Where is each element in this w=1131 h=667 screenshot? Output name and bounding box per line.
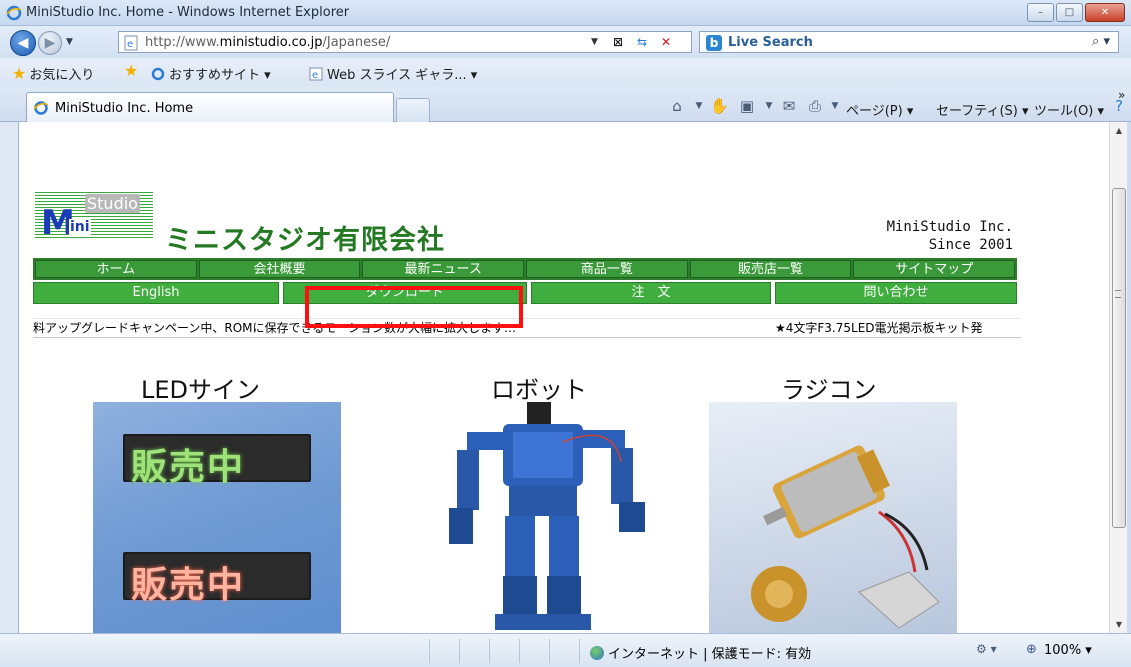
page-content: Studio M ini ミニスタジオ有限会社 MiniStudio Inc. …: [18, 122, 1109, 633]
address-input[interactable]: e http://www.ministudio.co.jp/Japanese/ …: [118, 31, 692, 53]
web-slice-gallery-button[interactable]: e Web スライス ギャラ... ▾: [308, 64, 477, 83]
url-text: http://www.ministudio.co.jp/Japanese/: [145, 35, 391, 50]
page-menu[interactable]: ページ(P) ▾: [846, 100, 913, 119]
recent-pages-dropdown[interactable]: ▼: [66, 37, 73, 47]
feeds-dropdown-icon[interactable]: ▼: [760, 97, 778, 115]
web-slice-icon: e: [309, 67, 323, 81]
home-icon[interactable]: ⌂: [668, 97, 686, 115]
compatibility-view-icon[interactable]: ⊠: [609, 34, 627, 50]
nav-company-profile[interactable]: 会社概要: [198, 260, 361, 278]
star-icon: ★: [12, 63, 27, 83]
nav-latest-news[interactable]: 最新ニュース: [362, 260, 525, 278]
scroll-up-arrow[interactable]: ▲: [1110, 122, 1128, 139]
svg-text:e: e: [127, 39, 133, 50]
right-frame: [1127, 122, 1131, 633]
title-bar: MiniStudio Inc. Home - Windows Internet …: [0, 0, 1131, 26]
favorites-button[interactable]: ★ お気に入り: [12, 64, 94, 83]
scroll-grip: [1115, 290, 1121, 298]
news-ticker[interactable]: 料アップグレードキャンペーン中、ROMに保存できるモーション数が大幅に拡大します…: [33, 318, 1021, 338]
logo-studio-text: Studio: [85, 194, 140, 213]
led-panel-green: 販売中: [123, 434, 311, 488]
research-hand-icon[interactable]: ✋: [710, 97, 729, 115]
stop-icon[interactable]: ✕: [657, 34, 675, 50]
nav-english[interactable]: English: [33, 282, 279, 304]
zoom-icon: ⊕: [1026, 642, 1037, 657]
search-icon[interactable]: ⌕ ▾: [1092, 34, 1110, 49]
window-title: MiniStudio Inc. Home - Windows Internet …: [26, 5, 350, 20]
tools-menu[interactable]: ツール(O) ▾: [1034, 100, 1104, 119]
ticker-text-right: ★4文字F3.75LED電光掲示板キット発: [775, 321, 983, 335]
scroll-down-arrow[interactable]: ▼: [1110, 616, 1128, 633]
svg-text:e: e: [312, 70, 318, 81]
robot-illustration: [449, 402, 645, 630]
zone-text: インターネット | 保護モード: 有効: [608, 647, 812, 662]
category-title-rc[interactable]: ラジコン: [781, 370, 877, 405]
vertical-scrollbar[interactable]: ▲ ▼: [1109, 122, 1127, 633]
ministudio-logo[interactable]: Studio M ini: [35, 190, 153, 240]
mail-icon[interactable]: ✉: [780, 97, 798, 115]
zoom-level[interactable]: 100% ▾: [1044, 643, 1092, 658]
company-name-en: MiniStudio Inc. Since 2001: [886, 219, 1013, 253]
new-tab-button[interactable]: [396, 98, 430, 122]
company-name-jp: ミニスタジオ有限会社: [165, 225, 445, 256]
left-frame: [0, 122, 18, 633]
window-controls: – □ ✕: [1027, 3, 1125, 22]
live-search-icon: b: [706, 35, 722, 51]
ie-small-icon: [151, 67, 165, 80]
led-panel-red: 販売中: [123, 552, 311, 606]
scroll-thumb[interactable]: [1112, 188, 1126, 528]
add-favorite-icon[interactable]: ★: [124, 63, 138, 79]
main-nav: ホーム 会社概要 最新ニュース 商品一覧 販売店一覧 サイトマップ: [33, 258, 1017, 280]
home-dropdown-icon[interactable]: ▼: [690, 97, 708, 115]
globe-icon: [590, 645, 604, 660]
motor-illustration: [751, 445, 940, 629]
overflow-chevron[interactable]: »: [1118, 88, 1125, 102]
robot-image[interactable]: [443, 402, 691, 633]
zone-settings-icon[interactable]: ⚙ ▾: [976, 642, 997, 656]
nav-contact[interactable]: 問い合わせ: [775, 282, 1017, 304]
forward-button[interactable]: ▶: [38, 31, 62, 55]
led-sign-image[interactable]: 販売中 販売中: [93, 402, 341, 633]
safety-menu[interactable]: セーフティ(S) ▾: [936, 100, 1029, 119]
close-button[interactable]: ✕: [1085, 3, 1125, 22]
nav-dealers[interactable]: 販売店一覧: [689, 260, 852, 278]
print-dropdown-icon[interactable]: ▼: [826, 97, 844, 115]
logo-ini-text: ini: [69, 219, 91, 235]
page-icon: e: [124, 35, 138, 51]
feeds-icon[interactable]: ▣: [738, 97, 756, 115]
category-title-led[interactable]: LEDサイン: [141, 370, 260, 405]
tab-ministudio-home[interactable]: MiniStudio Inc. Home: [26, 92, 394, 122]
search-provider-label: Live Search: [728, 35, 813, 50]
maximize-button[interactable]: □: [1056, 3, 1083, 22]
address-dropdown-icon[interactable]: ▼: [591, 37, 598, 47]
nav-home[interactable]: ホーム: [35, 260, 197, 278]
download-highlight-box: [305, 286, 523, 328]
security-zone-status[interactable]: インターネット | 保護モード: 有効: [590, 643, 811, 662]
search-input[interactable]: b Live Search ⌕ ▾: [699, 31, 1119, 53]
address-bar-row: ◀ ▶ ▼ e http://www.ministudio.co.jp/Japa…: [0, 26, 1131, 58]
nav-products[interactable]: 商品一覧: [526, 260, 688, 278]
web-slice-label: Web スライス ギャラ... ▾: [327, 68, 478, 83]
secondary-nav: English ダウンロード 注 文 問い合わせ: [33, 282, 1017, 304]
rc-motor-image[interactable]: [709, 402, 957, 633]
ie-tab-icon: [33, 101, 49, 115]
status-bar: インターネット | 保護モード: 有効 ⚙ ▾ ⊕ 100% ▾: [0, 633, 1131, 667]
minimize-button[interactable]: –: [1027, 3, 1054, 22]
refresh-icon[interactable]: ⇆: [633, 34, 651, 50]
nav-sitemap[interactable]: サイトマップ: [853, 260, 1016, 278]
print-icon[interactable]: ⎙: [806, 97, 824, 115]
tab-label: MiniStudio Inc. Home: [55, 101, 194, 116]
back-button[interactable]: ◀: [10, 30, 36, 56]
nav-order[interactable]: 注 文: [531, 282, 771, 304]
tab-bar: MiniStudio Inc. Home ⌂ ▼ ✋ ▣ ▼ ✉ ⎙ ▼ ページ…: [0, 86, 1131, 122]
suggested-sites-button[interactable]: おすすめサイト ▾: [150, 64, 271, 83]
favorites-bar: ★ お気に入り ★ おすすめサイト ▾ e Web スライス ギャラ... ▾: [0, 58, 1131, 86]
suggested-sites-label: おすすめサイト ▾: [169, 68, 271, 83]
favorites-label: お気に入り: [29, 68, 95, 83]
ie-logo-icon: [6, 5, 22, 21]
category-title-robot[interactable]: ロボット: [491, 370, 587, 405]
